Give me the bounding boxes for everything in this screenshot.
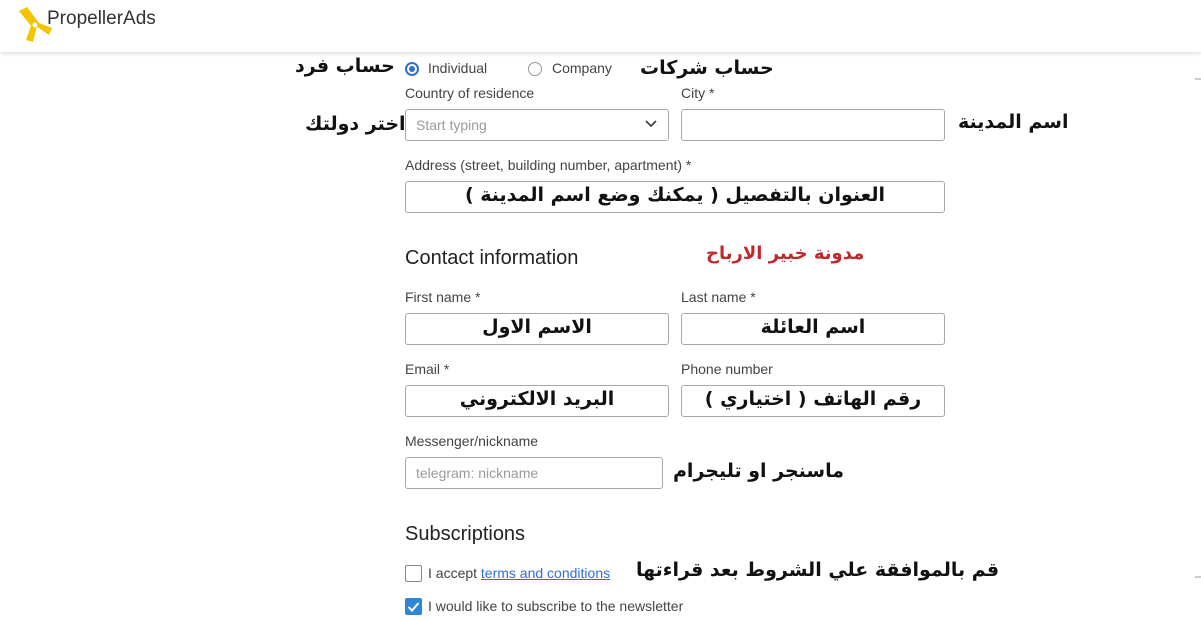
subscriptions-heading: Subscriptions: [405, 523, 526, 545]
newsletter-checkbox[interactable]: [405, 598, 422, 615]
last-name-input[interactable]: اسم العائلة: [681, 313, 945, 345]
checkmark-icon: [407, 602, 420, 612]
address-label: Address (street, building number, apartm…: [405, 157, 692, 173]
terms-link[interactable]: terms and conditions: [481, 565, 610, 581]
annotation-messenger: ماسنجر او تليجرام: [673, 460, 844, 482]
annotation-country: اختر دولتك: [305, 113, 406, 135]
annotation-individual: حساب فرد: [295, 55, 395, 77]
city-label: City *: [681, 85, 715, 101]
email-input[interactable]: البريد الالكتروني: [405, 385, 669, 417]
annotation-company: حساب شركات: [640, 57, 774, 79]
first-name-label: First name *: [405, 289, 481, 305]
annotation-terms: قم بالموافقة علي الشروط بعد قراءتها: [636, 559, 1000, 581]
country-placeholder: Start typing: [416, 117, 487, 133]
top-bar: PropellerAds: [0, 0, 1201, 52]
terms-checkbox[interactable]: [405, 565, 422, 582]
chevron-down-icon: [645, 120, 657, 128]
brand-name[interactable]: PropellerAds: [47, 8, 156, 30]
messenger-label: Messenger/nickname: [405, 433, 539, 449]
country-select[interactable]: Start typing: [405, 109, 669, 141]
annotation-first-name: الاسم الاول: [482, 316, 592, 338]
terms-prefix: I accept: [428, 565, 478, 581]
annotation-last-name: اسم العائلة: [760, 316, 866, 338]
email-label: Email *: [405, 361, 450, 377]
last-name-label: Last name *: [681, 289, 756, 305]
messenger-input[interactable]: telegram: nickname: [405, 457, 663, 489]
terms-label: I accept terms and conditions: [428, 565, 610, 581]
newsletter-label[interactable]: I would like to subscribe to the newslet…: [428, 598, 683, 614]
company-radio-label[interactable]: Company: [552, 60, 612, 76]
country-label: Country of residence: [405, 85, 535, 101]
phone-input[interactable]: رقم الهاتف ( اختياري ): [681, 385, 945, 417]
individual-radio-label[interactable]: Individual: [428, 60, 487, 76]
messenger-placeholder: telegram: nickname: [416, 465, 539, 481]
company-radio[interactable]: [528, 62, 542, 76]
address-input[interactable]: العنوان بالتفصيل ( يمكنك وضع اسم المدينة…: [405, 181, 945, 213]
annotation-address: العنوان بالتفصيل ( يمكنك وضع اسم المدينة…: [464, 184, 886, 206]
city-input[interactable]: [681, 109, 945, 141]
annotation-email: البريد الالكتروني: [459, 388, 615, 410]
contact-information-heading: Contact information: [405, 247, 579, 269]
watermark-text: مدونة خبير الارباح: [706, 243, 865, 264]
individual-radio[interactable]: [405, 62, 419, 76]
annotation-city: اسم المدينة: [958, 111, 1069, 133]
scrollbar-mark: [1195, 78, 1201, 80]
scrollbar-mark: [1195, 576, 1201, 578]
annotation-phone: رقم الهاتف ( اختياري ): [704, 388, 922, 410]
phone-label: Phone number: [681, 361, 773, 377]
first-name-input[interactable]: الاسم الاول: [405, 313, 669, 345]
